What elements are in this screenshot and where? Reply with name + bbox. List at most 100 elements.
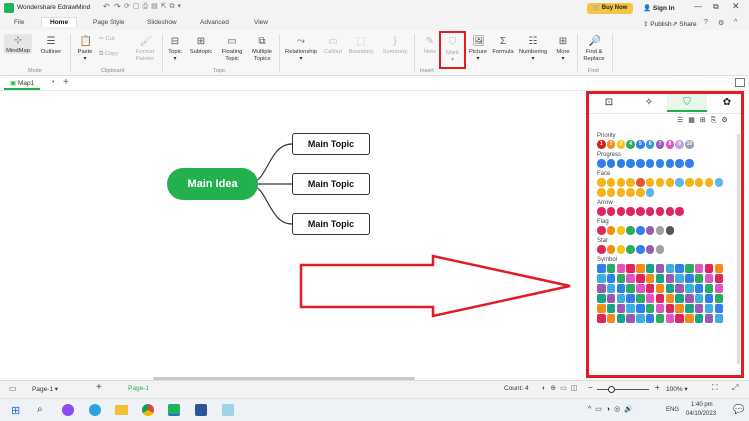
symbol-mark-icon[interactable] — [626, 294, 635, 303]
multiple-topics-button[interactable]: ⧉ Multiple Topics — [248, 36, 276, 62]
publish-button[interactable]: ⇪ Publish — [643, 20, 672, 28]
symbol-mark-icon[interactable] — [714, 314, 724, 323]
mindmap-button[interactable]: ⊹ MindMap — [4, 34, 32, 54]
panel-tab-ai-icon[interactable]: ✧ — [629, 94, 669, 112]
search-icon[interactable]: ⌕ — [37, 404, 43, 415]
symbol-mark-icon[interactable] — [655, 284, 665, 293]
symbol-mark-icon[interactable] — [665, 304, 675, 313]
notification-icon[interactable]: 💬 — [733, 404, 744, 415]
symbol-mark-icon[interactable] — [597, 304, 606, 313]
arrow-mark-icon[interactable] — [665, 207, 675, 216]
main-topic-node[interactable]: Main Topic — [292, 173, 370, 195]
symbol-mark-icon[interactable] — [626, 314, 635, 323]
symbol-mark-icon[interactable] — [685, 284, 694, 293]
face-mark-icon[interactable] — [636, 188, 645, 197]
symbol-mark-icon[interactable] — [655, 314, 665, 323]
sign-in-button[interactable]: 👤 Sign In — [643, 4, 675, 12]
panel-tab-format-icon[interactable]: ⊡ — [589, 94, 629, 112]
main-idea-node[interactable]: Main Idea — [167, 168, 258, 200]
page-tab-1[interactable]: Page-1 — [128, 385, 149, 392]
list-view-icon[interactable]: ☰ — [677, 117, 688, 124]
face-mark-icon[interactable] — [665, 178, 675, 187]
flag-mark-icon[interactable] — [616, 226, 626, 235]
help-icon[interactable]: ? — [704, 19, 708, 26]
face-mark-icon[interactable] — [606, 188, 616, 197]
priority-mark-icon[interactable]: 4 — [626, 140, 635, 149]
face-mark-icon[interactable] — [675, 178, 684, 187]
symbol-mark-icon[interactable] — [704, 274, 714, 283]
priority-mark-icon[interactable]: 2 — [606, 140, 616, 149]
panel-tab-mark-icon[interactable]: ⛉ — [667, 94, 707, 112]
add-doc-tab-icon[interactable]: + — [63, 77, 69, 88]
subtopic-button[interactable]: ⊞ Subtopic — [186, 36, 216, 56]
language-indicator[interactable]: ENG — [666, 407, 679, 413]
panel-tab-clipart-icon[interactable]: ✿ — [707, 94, 747, 112]
fullscreen-icon[interactable]: ⤢ — [732, 383, 738, 393]
symbol-mark-icon[interactable] — [714, 264, 724, 273]
more-button[interactable]: ⊞ More ▾ — [552, 36, 574, 62]
arrow-mark-icon[interactable] — [616, 207, 626, 216]
symbol-mark-icon[interactable] — [645, 314, 655, 323]
symbol-mark-icon[interactable] — [645, 304, 655, 313]
symbol-mark-icon[interactable] — [626, 304, 635, 313]
symbol-mark-icon[interactable] — [665, 264, 675, 273]
face-mark-icon[interactable] — [685, 178, 694, 187]
star-mark-icon[interactable] — [655, 245, 665, 254]
face-mark-icon[interactable] — [636, 178, 645, 187]
arrow-mark-icon[interactable] — [645, 207, 655, 216]
tray-icons[interactable]: ^▭◑◎🔊 — [588, 405, 637, 413]
symbol-mark-icon[interactable] — [645, 294, 655, 303]
redo-icon[interactable]: ↷ — [114, 2, 121, 11]
topic-button[interactable]: ⊟ Topic ▾ — [164, 36, 186, 62]
flag-mark-icon[interactable] — [636, 226, 645, 235]
undo-icon[interactable]: ↶ — [103, 2, 110, 11]
symbol-mark-icon[interactable] — [636, 294, 645, 303]
flag-mark-icon[interactable] — [606, 226, 616, 235]
progress-mark-icon[interactable] — [685, 159, 694, 168]
symbol-mark-icon[interactable] — [606, 264, 616, 273]
star-mark-icon[interactable] — [606, 245, 616, 254]
mark-button[interactable]: ⛉ Mark ▾ — [439, 31, 466, 69]
symbol-mark-icon[interactable] — [714, 304, 724, 313]
symbol-mark-icon[interactable] — [685, 304, 694, 313]
symbol-mark-icon[interactable] — [597, 274, 606, 283]
face-mark-icon[interactable] — [606, 178, 616, 187]
doc-tab-map1[interactable]: ▣ Map1 — [4, 78, 41, 90]
priority-mark-icon[interactable]: 7 — [655, 140, 665, 149]
boundary-button[interactable]: ⬚ Boundary — [346, 36, 376, 56]
symbol-mark-icon[interactable] — [714, 274, 724, 283]
star-mark-icon[interactable] — [636, 245, 645, 254]
settings-icon[interactable]: ⚙ — [718, 19, 724, 27]
flag-mark-icon[interactable] — [665, 226, 675, 235]
symbol-mark-icon[interactable] — [655, 264, 665, 273]
symbol-mark-icon[interactable] — [645, 274, 655, 283]
numbering-button[interactable]: ☷ Numbering ▾ — [516, 36, 550, 62]
priority-mark-icon[interactable]: 6 — [645, 140, 655, 149]
face-mark-icon[interactable] — [645, 188, 655, 197]
symbol-mark-icon[interactable] — [675, 284, 684, 293]
add-page-icon[interactable]: + — [96, 382, 102, 393]
flag-mark-icon[interactable] — [645, 226, 655, 235]
symbol-mark-icon[interactable] — [694, 284, 704, 293]
main-topic-node[interactable]: Main Topic — [292, 133, 370, 155]
telegram-icon[interactable] — [89, 404, 101, 416]
progress-mark-icon[interactable] — [665, 159, 675, 168]
progress-mark-icon[interactable] — [655, 159, 665, 168]
symbol-mark-icon[interactable] — [645, 284, 655, 293]
star-mark-icon[interactable] — [616, 245, 626, 254]
symbol-mark-icon[interactable] — [694, 314, 704, 323]
symbol-mark-icon[interactable] — [655, 294, 665, 303]
page-list-icon[interactable]: ▭ — [9, 384, 17, 393]
panel-scrollbar[interactable] — [737, 134, 740, 364]
zoom-slider[interactable] — [597, 389, 649, 390]
symbol-mark-icon[interactable] — [616, 284, 626, 293]
symbol-mark-icon[interactable] — [675, 314, 684, 323]
face-mark-icon[interactable] — [616, 178, 626, 187]
symbol-mark-icon[interactable] — [685, 264, 694, 273]
arrow-mark-icon[interactable] — [675, 207, 684, 216]
face-mark-icon[interactable] — [597, 178, 606, 187]
arrow-mark-icon[interactable] — [606, 207, 616, 216]
symbol-mark-icon[interactable] — [645, 264, 655, 273]
arrow-mark-icon[interactable] — [597, 207, 606, 216]
formula-button[interactable]: Σ Formula — [490, 36, 516, 56]
